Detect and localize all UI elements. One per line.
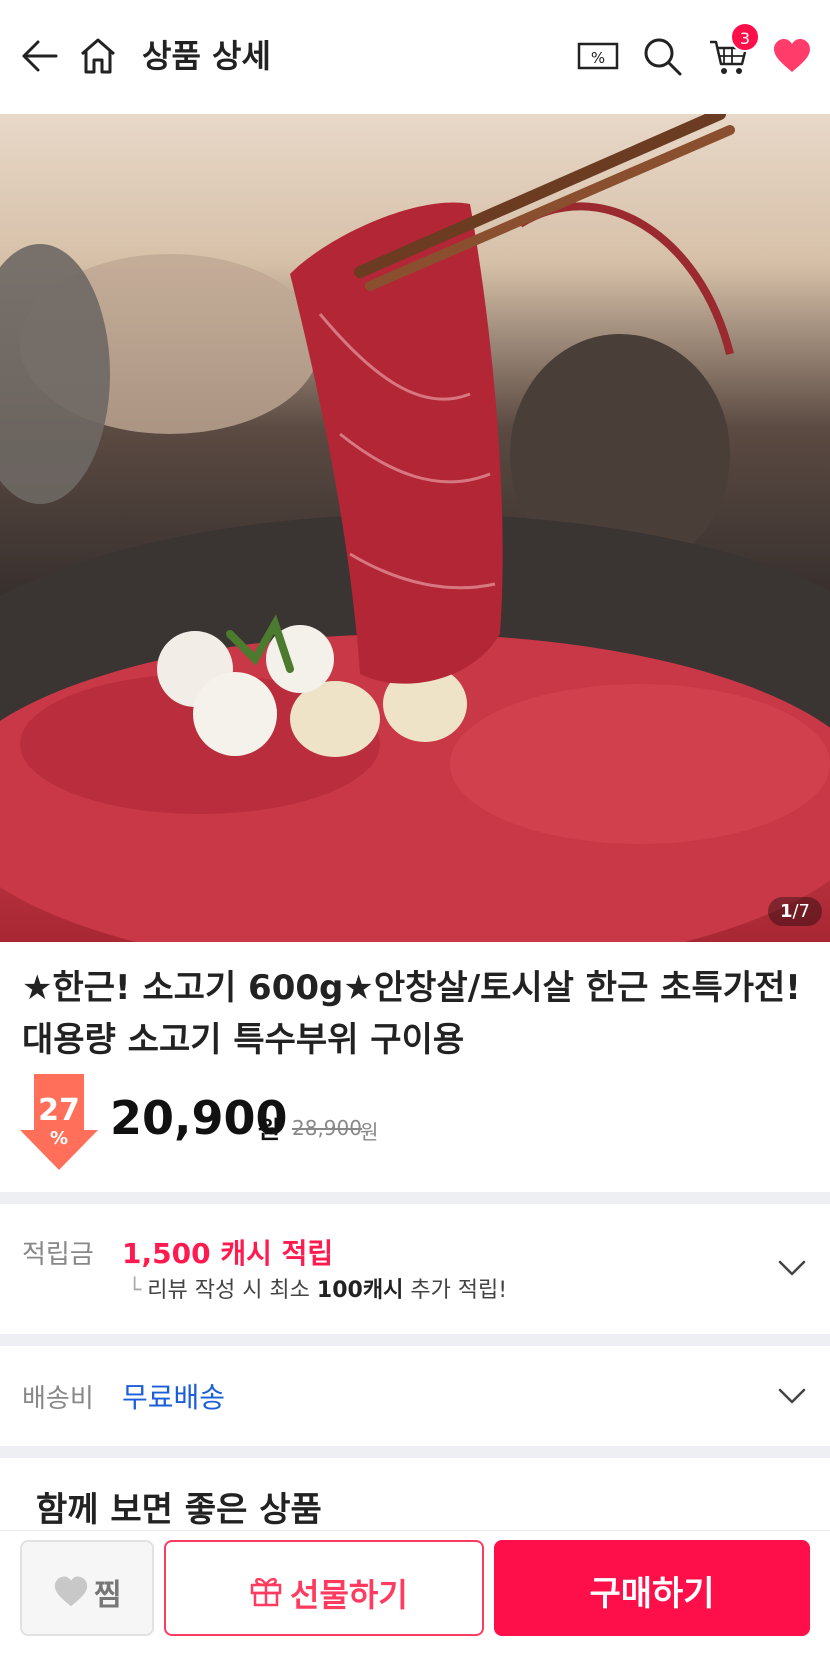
discount-percent: 27 — [38, 1093, 80, 1128]
section-divider — [0, 1334, 830, 1346]
heart-icon[interactable] — [770, 34, 814, 78]
coupon-icon[interactable]: % — [576, 38, 620, 74]
points-review-note: └ 리뷰 작성 시 최소 100캐시 추가 적립! — [128, 1278, 508, 1303]
buy-button-label: 구매하기 — [589, 1574, 715, 1614]
shipping-value: 무료배송 — [122, 1381, 226, 1414]
top-app-bar: 상품 상세 % 3 — [0, 0, 830, 114]
search-icon[interactable] — [640, 34, 684, 78]
buy-button[interactable]: 구매하기 — [494, 1540, 810, 1636]
discount-percent-symbol: % — [49, 1128, 69, 1149]
home-icon[interactable] — [76, 34, 120, 78]
cart-count-badge: 3 — [730, 22, 760, 52]
sale-price-unit: 원 — [258, 1116, 281, 1144]
shipping-label: 배송비 — [22, 1384, 94, 1414]
original-price: 28,900 — [292, 1116, 362, 1140]
points-label: 적립금 — [22, 1240, 94, 1270]
shipping-expand-chevron-icon[interactable] — [774, 1378, 810, 1414]
like-button[interactable]: 찜 — [20, 1540, 154, 1636]
like-button-label: 찜 — [94, 1578, 122, 1613]
points-expand-chevron-icon[interactable] — [774, 1250, 810, 1286]
page-title: 상품 상세 — [142, 37, 271, 75]
svg-text:%: % — [591, 49, 605, 67]
back-arrow-icon[interactable] — [18, 34, 62, 78]
image-page-indicator: 1/7 — [767, 897, 822, 926]
discount-badge: 27 % — [20, 1074, 98, 1170]
section-divider — [0, 1446, 830, 1458]
gift-button-label: 선물하기 — [290, 1576, 408, 1614]
original-price-unit: 원 — [360, 1120, 379, 1144]
gift-icon — [250, 1577, 282, 1607]
section-divider — [0, 1192, 830, 1204]
product-image[interactable]: 1/7 — [0, 114, 830, 942]
gift-button[interactable]: 선물하기 — [164, 1540, 484, 1636]
points-value: 1,500 캐시 적립 — [122, 1237, 334, 1270]
related-products-title: 함께 보면 좋은 상품 — [36, 1490, 322, 1530]
corner-mark-icon: └ — [128, 1278, 142, 1303]
heart-icon — [54, 1576, 88, 1607]
product-title: ★한근! 소고기 600g★안창살/토시살 한근 초특가전! 대용량 소고기 특… — [22, 968, 801, 1060]
